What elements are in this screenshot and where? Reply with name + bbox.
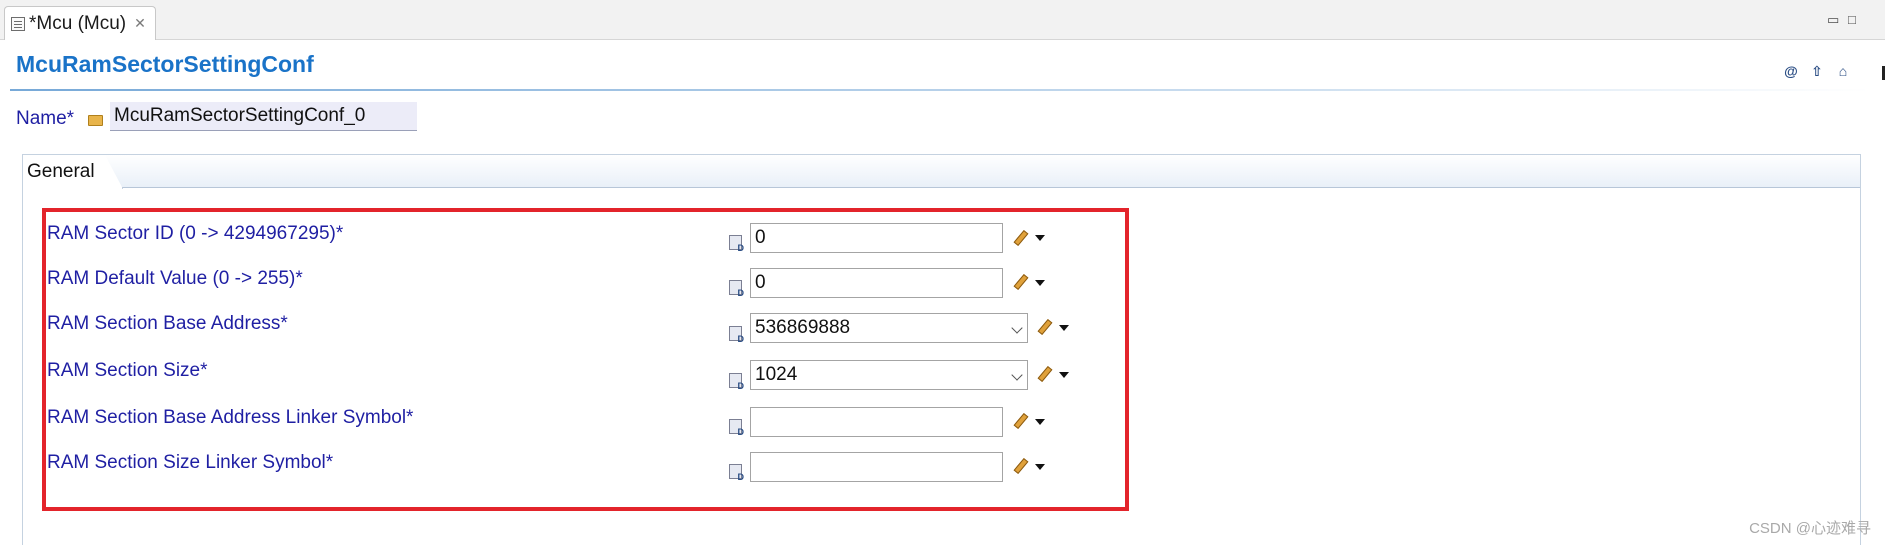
up-arrow-icon[interactable]: ⇧ — [1809, 63, 1825, 79]
form-title: McuRamSectorSettingConf — [16, 51, 314, 77]
name-label: Name* — [16, 108, 75, 129]
ram-sector-id-input[interactable] — [750, 223, 1003, 253]
header-divider — [10, 89, 1870, 91]
ram-section-base-address-value: 536869888 — [755, 317, 851, 338]
edit-pencil-icon[interactable] — [1036, 366, 1052, 382]
edit-pencil-icon[interactable] — [1012, 230, 1028, 246]
edit-pencil-icon[interactable] — [1036, 319, 1052, 335]
section-tab-strip: General — [23, 154, 1860, 189]
editor-tab-title: *Mcu (Mcu) — [29, 12, 127, 34]
tab-general[interactable]: General — [23, 155, 123, 189]
ram-section-size-linker-symbol-input[interactable] — [750, 452, 1003, 482]
ram-default-value-input[interactable] — [750, 268, 1003, 298]
parameter-icon — [729, 419, 744, 437]
link-icon[interactable]: @ — [1783, 63, 1799, 79]
folder-icon[interactable] — [88, 115, 103, 126]
ram-section-size-linker-symbol-label: RAM Section Size Linker Symbol* — [47, 452, 334, 473]
watermark: CSDN @心迹难寻 — [1749, 520, 1871, 537]
ram-section-base-address-label: RAM Section Base Address* — [47, 313, 288, 334]
name-input[interactable] — [110, 102, 417, 131]
edit-pencil-icon[interactable] — [1012, 274, 1028, 290]
parameter-icon — [729, 235, 744, 253]
edit-pencil-icon[interactable] — [1012, 413, 1028, 429]
dropdown-arrow-icon[interactable] — [1059, 372, 1069, 378]
dropdown-arrow-icon[interactable] — [1035, 235, 1045, 241]
dropdown-arrow-icon[interactable] — [1035, 419, 1045, 425]
config-file-icon — [11, 16, 25, 31]
parameter-icon — [729, 464, 744, 482]
dropdown-arrow-icon[interactable] — [1059, 325, 1069, 331]
dropdown-arrow-icon[interactable] — [1035, 280, 1045, 286]
editor-tab-mcu[interactable]: *Mcu (Mcu) ✕ — [4, 6, 156, 40]
ram-sector-id-label: RAM Sector ID (0 -> 4294967295)* — [47, 223, 344, 244]
ram-section-size-label: RAM Section Size* — [47, 360, 208, 381]
edit-pencil-icon[interactable] — [1012, 458, 1028, 474]
ram-section-base-address-select[interactable]: 536869888 — [750, 313, 1028, 343]
minimize-icon[interactable]: ▭ — [1827, 12, 1839, 28]
chevron-down-icon — [1011, 369, 1023, 381]
ram-section-base-address-linker-symbol-label: RAM Section Base Address Linker Symbol* — [47, 407, 414, 428]
ram-section-size-select[interactable]: 1024 — [750, 360, 1028, 390]
chevron-down-icon — [1011, 322, 1023, 334]
home-icon[interactable]: ⌂ — [1835, 63, 1851, 79]
ram-section-base-address-linker-symbol-input[interactable] — [750, 407, 1003, 437]
editor-tab-bar: *Mcu (Mcu) ✕ ▭ □ — [0, 0, 1885, 40]
parameter-icon — [729, 326, 744, 344]
parameter-icon — [729, 373, 744, 391]
close-icon[interactable]: ✕ — [134, 15, 146, 32]
ram-default-value-label: RAM Default Value (0 -> 255)* — [47, 268, 303, 289]
parameter-icon — [729, 280, 744, 298]
maximize-icon[interactable]: □ — [1848, 12, 1856, 27]
dropdown-arrow-icon[interactable] — [1035, 464, 1045, 470]
ram-section-size-value: 1024 — [755, 364, 798, 385]
header-toolbar: @ ⇧ ⌂ — [1783, 63, 1851, 79]
